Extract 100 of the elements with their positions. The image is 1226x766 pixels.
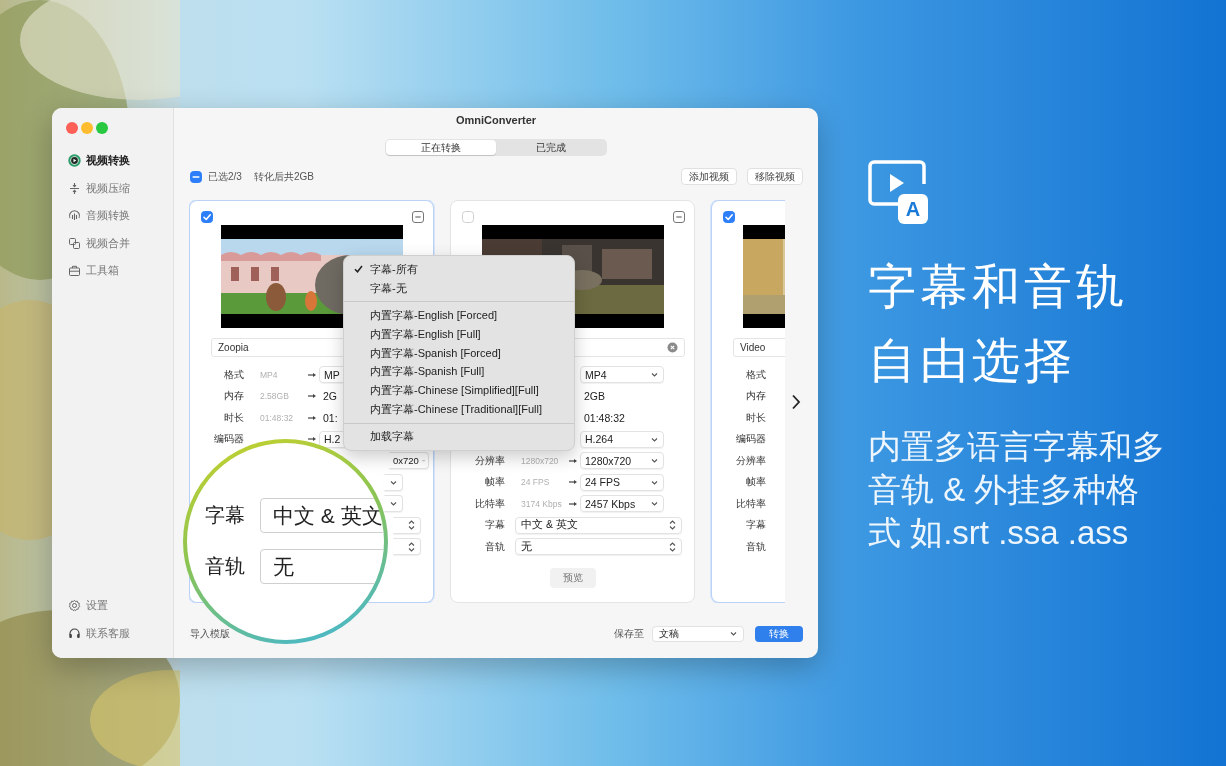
field-label: 格式 bbox=[223, 367, 244, 382]
dropdown[interactable]: MP4 bbox=[580, 366, 664, 384]
field-label: 字幕 bbox=[484, 518, 505, 533]
collapse-icon[interactable] bbox=[673, 211, 685, 223]
field-label: 时长 bbox=[223, 410, 244, 425]
menu-item[interactable]: 内置字幕-Chinese [Traditional][Full] bbox=[344, 399, 574, 419]
window-title: OmniConverter bbox=[454, 113, 538, 128]
caret-icon bbox=[651, 501, 658, 507]
collapse-icon[interactable] bbox=[412, 211, 424, 223]
field-label: 内存 bbox=[745, 389, 766, 404]
checkbox[interactable] bbox=[201, 211, 213, 223]
field-label: 比特率 bbox=[474, 496, 505, 511]
source-value: 2.58GB bbox=[260, 391, 290, 402]
target-value: 2GB bbox=[583, 390, 605, 403]
save-location-dropdown[interactable]: 文稿 bbox=[652, 625, 744, 642]
clear-icon[interactable] bbox=[667, 342, 678, 353]
sidebar-item[interactable]: 联系客服 bbox=[52, 619, 173, 647]
zoom-button[interactable] bbox=[96, 122, 108, 134]
source-value: 3174 Kbps bbox=[521, 498, 563, 509]
tab[interactable]: 正在转换 bbox=[386, 140, 496, 155]
stepper-icon bbox=[669, 541, 676, 552]
caret-icon bbox=[730, 631, 737, 636]
field-label: 编码器 bbox=[213, 432, 244, 447]
source-value: 24 FPS bbox=[521, 477, 551, 488]
close-button[interactable] bbox=[66, 122, 78, 134]
merge-squares-icon bbox=[68, 236, 81, 250]
toolbox-icon bbox=[68, 264, 81, 278]
target-value: 01: bbox=[322, 411, 338, 424]
dropdown[interactable] bbox=[384, 473, 403, 491]
letter-badge: A bbox=[898, 194, 928, 224]
dropdown[interactable]: 无 bbox=[260, 549, 384, 584]
sidebar-item[interactable]: 工具箱 bbox=[52, 257, 173, 285]
promo-headline: 字幕和音轨 自由选择 bbox=[868, 259, 1129, 389]
sidebar-item[interactable]: 视频合并 bbox=[52, 229, 173, 257]
save-location-label: 保存至 bbox=[614, 626, 644, 641]
menu-item[interactable]: 字幕-无 bbox=[344, 278, 574, 298]
promo-description: 内置多语言字幕和多 音轨 & 外挂多种格 式 如.srt .ssa .ass bbox=[868, 427, 1165, 553]
dropdown[interactable]: 0x720 bbox=[389, 452, 429, 470]
dropdown[interactable]: 2457 Kbps bbox=[580, 495, 664, 513]
toolbar-button[interactable]: 移除视频 bbox=[747, 168, 803, 185]
menu-item[interactable]: 内置字幕-English [Forced] bbox=[344, 306, 574, 326]
caret-icon bbox=[390, 479, 397, 485]
size-summary: 转化后共2GB bbox=[253, 169, 314, 184]
source-value: MP4 bbox=[260, 369, 279, 380]
stepper-select[interactable]: 无 bbox=[515, 538, 682, 556]
sidebar-item[interactable]: 设置 bbox=[52, 592, 173, 620]
dropdown[interactable]: 中文 & 英文 bbox=[260, 498, 384, 533]
field-label: 编码器 bbox=[735, 432, 766, 447]
field-label: 字幕 bbox=[745, 518, 766, 533]
sidebar-item[interactable]: 音频转换 bbox=[52, 202, 173, 230]
dropdown[interactable] bbox=[384, 495, 403, 513]
convert-button[interactable]: 转换 bbox=[755, 625, 803, 642]
menu-item[interactable]: 加载字幕 bbox=[344, 427, 574, 447]
stepper-select[interactable]: 中文 & 英文 bbox=[515, 516, 682, 534]
source-value: 1280x720 bbox=[521, 455, 560, 466]
name-field[interactable]: Video bbox=[733, 338, 785, 357]
stepper-icon bbox=[669, 520, 676, 531]
compress-icon bbox=[68, 181, 81, 195]
checkbox[interactable] bbox=[190, 170, 202, 183]
menu-item[interactable]: 内置字幕-Chinese [Simplified][Full] bbox=[344, 381, 574, 400]
template-label: 导入模版 bbox=[190, 626, 230, 641]
caret-icon bbox=[390, 501, 397, 507]
field-label: 音轨 bbox=[205, 554, 246, 579]
field-label: 帧率 bbox=[484, 475, 505, 490]
field-label: 内存 bbox=[223, 389, 244, 404]
field-label: 分辨率 bbox=[474, 453, 505, 468]
dropdown[interactable]: H.264 bbox=[580, 430, 664, 448]
sidebar-item[interactable]: 视频压缩 bbox=[52, 174, 173, 202]
dropdown[interactable]: 1280x720 bbox=[580, 452, 664, 470]
gear-icon bbox=[68, 599, 81, 613]
caret-icon bbox=[651, 436, 658, 442]
target-value: 01:48:32 bbox=[583, 411, 625, 424]
field-label: 格式 bbox=[745, 367, 766, 382]
field-label: 帧率 bbox=[745, 475, 766, 490]
stepper-icon bbox=[408, 541, 415, 552]
stepper-select[interactable] bbox=[393, 516, 421, 534]
checkbox[interactable] bbox=[462, 211, 474, 223]
sidebar-item[interactable]: 视频转换 bbox=[52, 147, 173, 175]
field-label: 时长 bbox=[745, 410, 766, 425]
preview-button[interactable]: 预览 bbox=[549, 567, 596, 588]
source-value: 01:48:32 bbox=[260, 412, 295, 423]
caret-icon bbox=[651, 479, 658, 485]
audio-wave-icon bbox=[68, 209, 81, 223]
field-label: 比特率 bbox=[735, 496, 766, 511]
dropdown[interactable]: 24 FPS bbox=[580, 473, 664, 491]
target-value: 2G bbox=[322, 390, 337, 403]
stepper-select[interactable] bbox=[393, 538, 421, 556]
field-label: 音轨 bbox=[745, 539, 766, 554]
headset-icon bbox=[68, 626, 81, 640]
play-circle-icon bbox=[68, 154, 81, 168]
field-label: 字幕 bbox=[205, 503, 246, 528]
menu-item[interactable]: 字幕-所有 bbox=[344, 260, 574, 279]
caret-icon bbox=[651, 458, 658, 464]
field-label: 音轨 bbox=[484, 539, 505, 554]
toolbar-button[interactable]: 添加视频 bbox=[681, 168, 737, 185]
menu-item[interactable]: 内置字幕-Spanish [Full] bbox=[344, 362, 574, 382]
field-label: 分辨率 bbox=[735, 453, 766, 468]
checkbox[interactable] bbox=[723, 211, 735, 223]
tab[interactable]: 已完成 bbox=[496, 140, 606, 155]
checkmark-icon bbox=[354, 265, 363, 274]
